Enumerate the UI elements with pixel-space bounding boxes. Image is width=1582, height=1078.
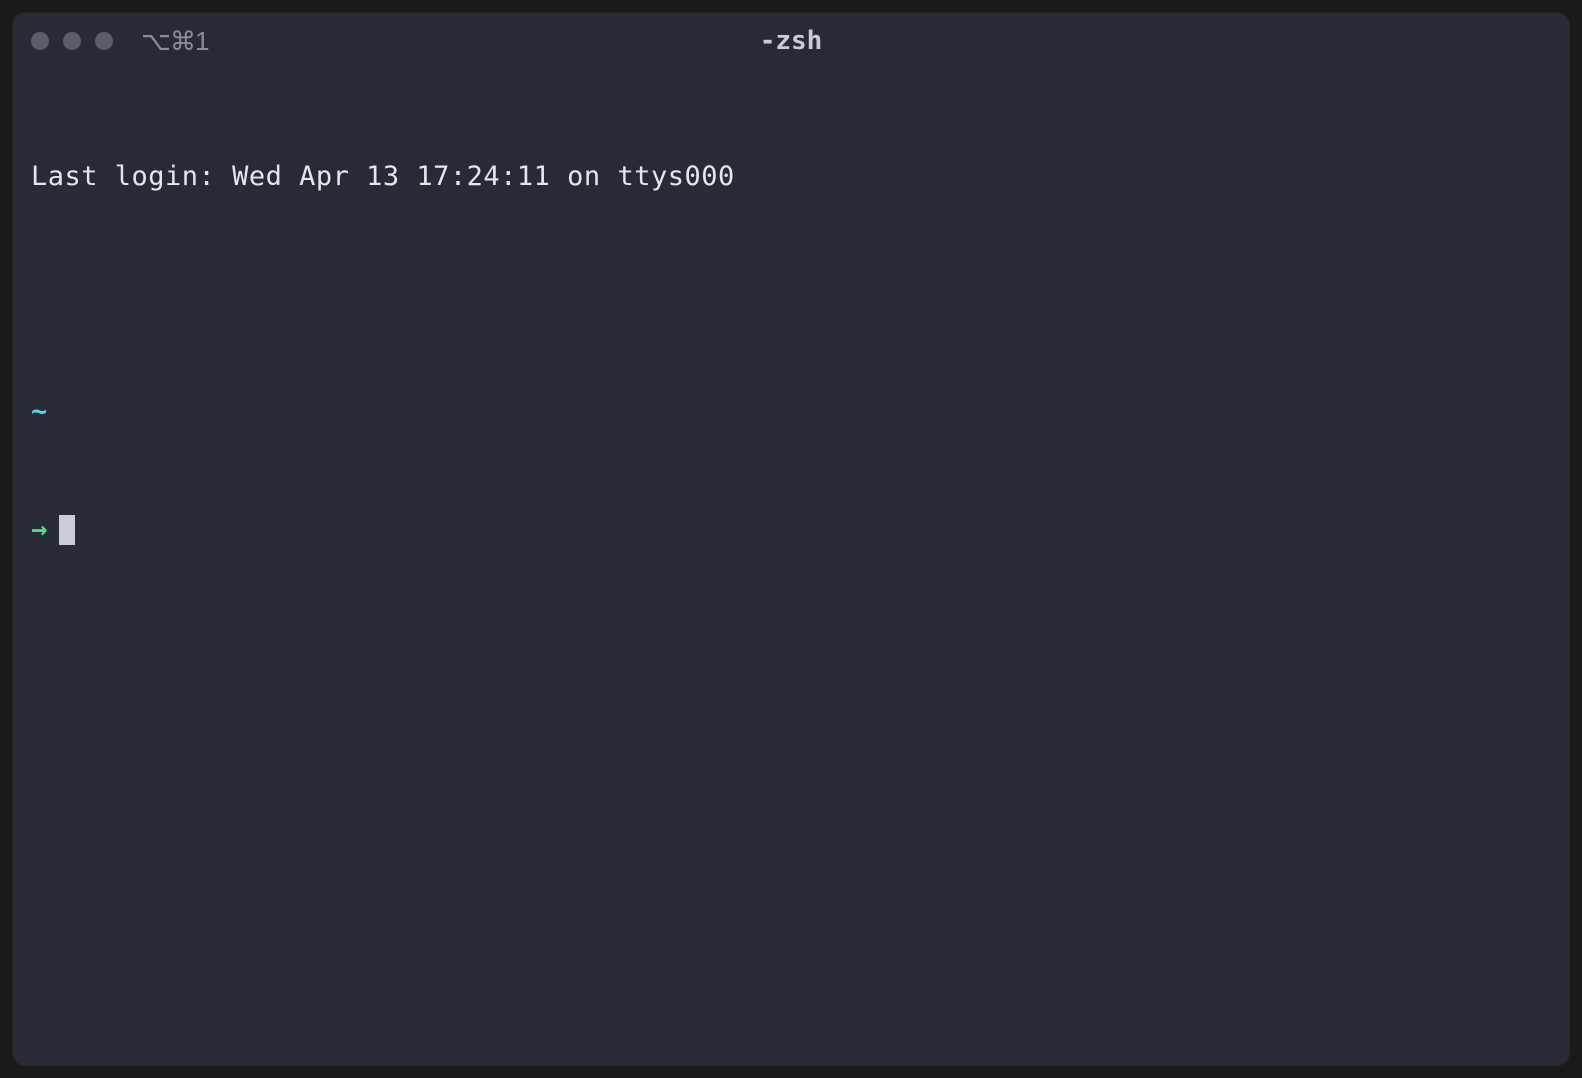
tab-indicator: ⌥⌘1	[141, 26, 208, 57]
cursor-icon	[59, 515, 75, 545]
prompt-path: ~	[31, 396, 47, 427]
terminal-body[interactable]: Last login: Wed Apr 13 17:24:11 on ttys0…	[13, 69, 1569, 1065]
terminal-window: ⌥⌘1 -zsh Last login: Wed Apr 13 17:24:11…	[13, 13, 1569, 1065]
window-titlebar[interactable]: ⌥⌘1 -zsh	[13, 13, 1569, 69]
minimize-button[interactable]	[63, 32, 81, 50]
login-message: Last login: Wed Apr 13 17:24:11 on ttys0…	[31, 157, 1551, 196]
maximize-button[interactable]	[95, 32, 113, 50]
prompt-path-line: ~	[31, 392, 1551, 431]
close-button[interactable]	[31, 32, 49, 50]
window-title: -zsh	[760, 26, 823, 56]
blank-line	[31, 275, 1551, 314]
prompt-arrow-icon: →	[31, 510, 47, 549]
traffic-lights	[31, 32, 113, 50]
prompt-input-line: →	[31, 510, 1551, 549]
